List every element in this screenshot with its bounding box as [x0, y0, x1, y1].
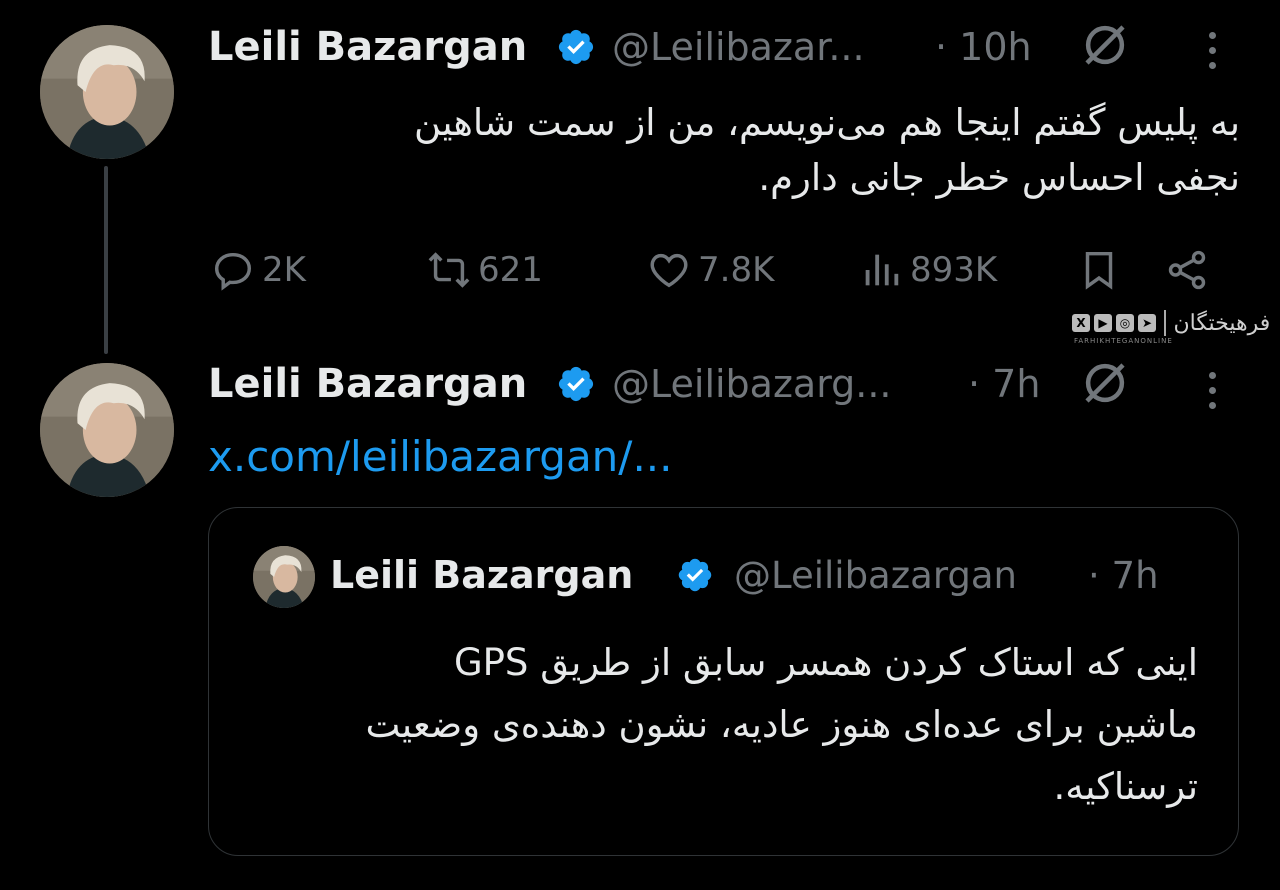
tweet-text: به پلیس گفتم اینجا هم می‌نویسم، من از سم… [208, 95, 1240, 205]
grok-icon[interactable] [1078, 356, 1132, 410]
tweet-text-line: به پلیس گفتم اینجا هم می‌نویسم، من از سم… [414, 101, 1240, 144]
quoted-avatar [253, 546, 315, 608]
author-name[interactable]: Leili Bazargan [208, 361, 527, 407]
verified-badge-icon [678, 558, 712, 592]
watermark: X ▶ ◎ ➤ فرهیختگان [1072, 310, 1270, 336]
repost-count: 621 [478, 250, 543, 290]
tweet-link[interactable]: x.com/leilibazargan/... [208, 432, 673, 481]
watermark-logo: فرهیختگان [1173, 310, 1271, 336]
reply-icon [214, 252, 252, 291]
reply-button[interactable]: 2K [210, 247, 306, 293]
tweet-text-line: نجفی احساس خطر جانی دارم. [758, 156, 1240, 199]
x-social-icon: X [1072, 314, 1090, 332]
more-icon[interactable] [1209, 372, 1219, 417]
quoted-author-handle: @Leilibazargan [734, 554, 1017, 597]
avatar[interactable] [40, 25, 174, 159]
views-icon [865, 254, 899, 286]
share-button[interactable] [1164, 247, 1210, 293]
quoted-timestamp: · 7h [1088, 554, 1159, 597]
timestamp[interactable]: · 10h [935, 25, 1032, 69]
grok-icon[interactable] [1078, 18, 1132, 72]
share-icon [1168, 250, 1206, 290]
quoted-text-line: اینی که استاک کردن همسر سابق از طریق GPS [453, 641, 1198, 684]
quoted-text-line: ترسناکیه. [1053, 765, 1198, 808]
telegram-social-icon: ➤ [1138, 314, 1156, 332]
bookmark-icon [1085, 251, 1113, 290]
bookmark-button[interactable] [1076, 247, 1122, 293]
like-button[interactable]: 7.8K [646, 247, 774, 293]
like-icon [650, 253, 688, 288]
views-count: 893K [910, 250, 998, 290]
youtube-social-icon: ▶ [1094, 314, 1112, 332]
thread-connector-line [104, 166, 108, 354]
watermark-divider [1164, 310, 1166, 336]
repost-icon [428, 252, 470, 288]
views-button[interactable]: 893K [858, 247, 997, 293]
watermark-subtitle: FARHIKHTEGANONLINE [1074, 337, 1173, 345]
social-icons: X ▶ ◎ ➤ [1072, 314, 1156, 332]
repost-button[interactable]: 621 [426, 247, 543, 293]
avatar[interactable] [40, 363, 174, 497]
author-handle[interactable]: @Leilibazarg... [612, 362, 892, 406]
timestamp[interactable]: · 7h [968, 362, 1040, 406]
quoted-tweet-text: اینی که استاک کردن همسر سابق از طریق GPS… [240, 632, 1198, 818]
reply-count: 2K [262, 250, 306, 290]
verified-badge-icon [558, 366, 594, 402]
author-handle[interactable]: @Leilibazar... [612, 25, 865, 69]
more-icon[interactable] [1209, 32, 1219, 77]
quoted-text-line: ماشین برای عده‌ای هنوز عادیه، نشون دهنده… [365, 703, 1198, 746]
quoted-author-name: Leili Bazargan [330, 553, 634, 597]
instagram-social-icon: ◎ [1116, 314, 1134, 332]
verified-badge-icon [558, 29, 594, 65]
author-name[interactable]: Leili Bazargan [208, 24, 527, 70]
like-count: 7.8K [698, 250, 775, 290]
